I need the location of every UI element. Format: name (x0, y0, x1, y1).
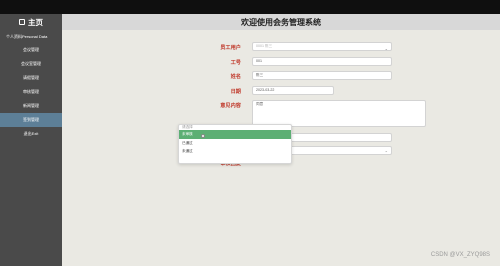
brand[interactable]: 主页 (0, 14, 62, 30)
sidebar-item-meeting-room[interactable]: 会议室管理 (0, 57, 62, 71)
employee-user-label: 员工用户 (220, 45, 241, 51)
sidebar-item-review[interactable]: 审核管理 (0, 85, 62, 99)
dropdown-option-rejected[interactable]: 未通过 (179, 147, 291, 156)
review-status-dropdown: 请选择 未审核 已通过 未通过 (178, 124, 292, 164)
date-label: 日期 (230, 89, 241, 95)
mouse-cursor-icon (201, 134, 205, 138)
watermark: CSDN @VX_ZYQ98S (430, 252, 490, 258)
brand-label: 主页 (28, 17, 43, 27)
job-number-label: 工号 (230, 60, 241, 66)
job-number-input[interactable]: 001 (252, 57, 392, 66)
dropdown-option-pending[interactable]: 未审核 (179, 130, 291, 139)
date-input[interactable]: 2023-03-22 (252, 86, 334, 95)
dropdown-option-approved[interactable]: 已通过 (179, 139, 291, 148)
sidebar-item-leave[interactable]: 请假管理 (0, 71, 62, 85)
sidebar: 主页 个人资料Personal Data 会议管理 会议室管理 请假管理 审核管… (0, 14, 62, 266)
page-title: 欢迎使用会务管理系统 (62, 14, 500, 30)
chevron-up-icon: ⌃ (384, 150, 388, 155)
name-input[interactable]: 陈三 (252, 71, 392, 80)
sidebar-item-meeting[interactable]: 会议管理 (0, 43, 62, 57)
chevron-down-icon: ⌄ (384, 46, 388, 51)
sidebar-item-news[interactable]: 新闻管理 (0, 99, 62, 113)
sidebar-group-title[interactable]: 个人资料Personal Data (0, 30, 62, 43)
top-bar (0, 0, 500, 14)
employee-user-value: 0001 陈三 (256, 44, 273, 48)
name-label: 姓名 (230, 74, 241, 80)
home-icon (19, 19, 25, 25)
opinion-textarea[interactable]: 同意 (252, 100, 426, 127)
sidebar-item-exit[interactable]: 退出Exit (0, 127, 62, 141)
opinion-label: 意见内容 (220, 103, 241, 109)
sidebar-item-signin[interactable]: 签到管理 (0, 113, 62, 127)
employee-user-select[interactable]: 0001 陈三 ⌄ (252, 42, 392, 51)
